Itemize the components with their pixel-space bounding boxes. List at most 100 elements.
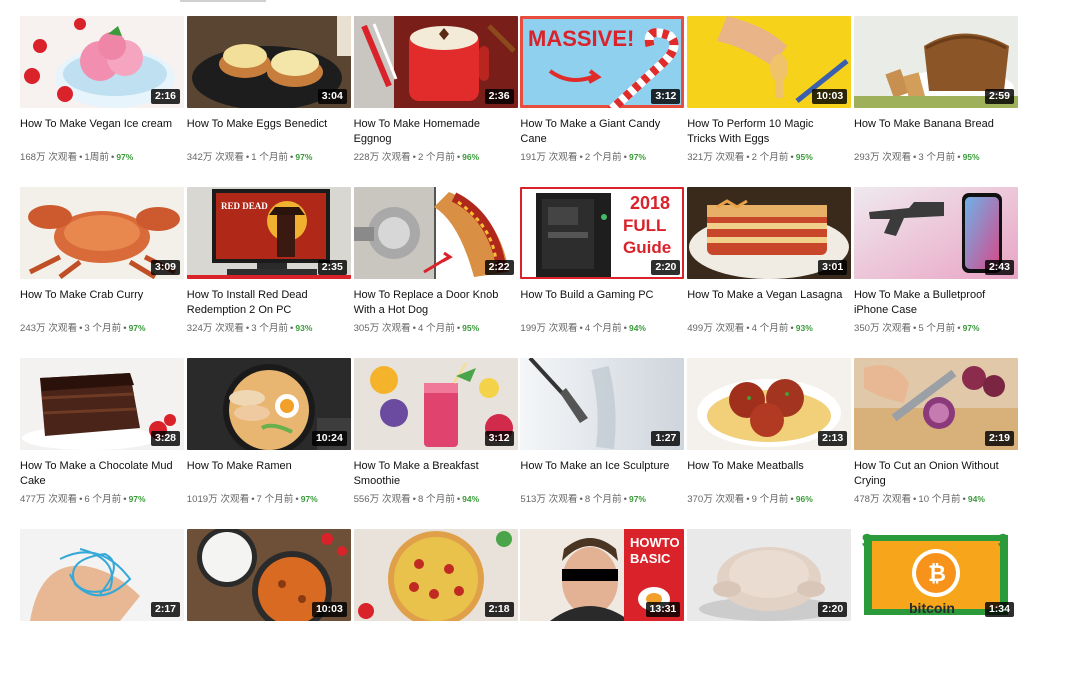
video-thumbnail[interactable]: 2:43 [853,187,1018,279]
like-percentage: 94% [462,494,480,504]
video-card[interactable]: 2:43 How To Make a Bulletproof iPhone Ca… [853,187,1018,358]
video-thumbnail[interactable]: MASSIVE! 3:12 [520,16,685,108]
video-thumbnail[interactable]: 2:59 [853,16,1018,108]
separator-dot: • [110,152,115,163]
video-thumbnail[interactable]: 10:03 [186,529,351,621]
video-title[interactable]: How To Cut an Onion Without Crying [854,459,1012,489]
video-card[interactable]: 2:16 How To Make Vegan Ice cream 168万 次观… [20,16,184,187]
video-card[interactable]: 2:13 How To Make Meatballs 370万 次观看 • 9 个月… [687,358,852,529]
video-card[interactable]: 3:28 How To Make a Chocolate Mud Cake 47… [20,358,184,529]
video-card[interactable]: 10:03 How To Perform 10 Magic Tricks Wit… [687,16,852,187]
video-card[interactable]: 2:59 How To Make Banana Bread 293万 次观看 • 3… [853,16,1018,187]
video-thumbnail[interactable]: ₿ $ $ bitcoin 1:34 [853,529,1018,621]
svg-text:RED DEAD: RED DEAD [221,201,268,211]
video-thumbnail[interactable]: RED DEAD 2:35 [186,187,351,279]
video-meta: 342万 次观看 • 1 个月前 • 97% [187,150,351,165]
video-card[interactable]: 3:12 How To Make a Breakfast Smoothie 55… [353,358,518,529]
view-count: 1019万 次观看 [186,494,250,505]
video-title[interactable]: How To Replace a Door Knob With a Hot Do… [354,288,512,318]
video-thumbnail[interactable]: 10:24 [186,358,351,450]
like-percentage: 96% [462,152,480,162]
video-card[interactable]: 3:09 How To Make Crab Curry 243万 次观看 • 3 个… [20,187,184,358]
upload-age: 7 个月前 [256,494,294,505]
video-thumbnail[interactable]: 3:28 [20,358,184,450]
separator-dot: • [412,152,417,163]
upload-age: 4 个月前 [751,323,789,334]
video-title[interactable]: How To Make a Chocolate Mud Cake [20,459,178,489]
like-percentage: 97% [962,323,980,333]
view-count: 350万 次观看 [853,323,912,334]
video-card[interactable]: RED DEAD 2:35 How To Install Red Dead Re… [186,187,351,358]
video-title[interactable]: How To Install Red Dead Redemption 2 On … [187,288,345,318]
separator-dot: • [746,152,750,163]
video-card[interactable]: 2:19 How To Cut an Onion Without Crying … [853,358,1018,529]
video-title[interactable]: How To Make a Breakfast Smoothie [354,459,512,489]
video-title[interactable]: How To Make Vegan Ice cream [20,117,178,147]
video-title[interactable]: How To Make a Bulletproof iPhone Case [854,288,1012,318]
video-card[interactable]: 2:17 [20,529,184,700]
video-thumbnail[interactable]: 2018 FULL Guide 2:20 [520,187,685,279]
video-card[interactable]: ₿ $ $ bitcoin 1:34 [853,529,1018,700]
video-title[interactable]: How To Make a Giant Candy Cane [520,117,678,147]
like-percentage: 97% [628,494,646,504]
video-title[interactable] [187,630,345,660]
video-title[interactable]: How To Make Meatballs [687,459,845,489]
video-card[interactable]: 2:18 [353,529,518,700]
video-title[interactable] [20,630,178,660]
video-title[interactable] [854,630,1012,660]
view-count: 199万 次观看 [520,323,578,334]
video-title[interactable]: How To Make Crab Curry [20,288,178,318]
thumbnail-text: FULL [623,216,666,235]
like-percentage: 97% [128,323,146,333]
separator-dot: • [456,494,461,505]
video-title[interactable]: How To Make a Vegan Lasagna [687,288,845,318]
video-card[interactable]: 10:24 How To Make Ramen 1019万 次观看 • 7 个月前 •… [186,358,351,529]
thumbnail-text: BASIC [630,551,671,566]
video-title[interactable]: How To Make Homemade Eggnog [354,117,512,147]
video-title[interactable]: How To Make an Ice Sculpture [520,459,678,489]
duration-badge: 3:12 [651,89,681,104]
video-thumbnail[interactable]: 2:18 [353,529,518,621]
video-card[interactable]: 2:22 How To Replace a Door Knob With a H… [353,187,518,358]
video-card[interactable]: 10:03 [186,529,351,700]
video-title[interactable]: How To Build a Gaming PC [520,288,678,318]
video-thumbnail[interactable]: 2:19 [853,358,1018,450]
upload-age: 4 个月前 [418,323,455,334]
video-meta: 324万 次观看 • 3 个月前 • 93% [187,321,351,336]
separator-dot: • [957,152,961,163]
video-thumbnail[interactable]: 2:20 [687,529,852,621]
video-title[interactable]: How To Make Banana Bread [854,117,1012,147]
video-card[interactable]: HOWTO BASIC 13:31 [520,529,685,700]
video-card[interactable]: 2:36 How To Make Homemade Eggnog 228万 次观… [353,16,518,187]
video-thumbnail[interactable]: 2:16 [20,16,184,108]
video-card[interactable]: 2018 FULL Guide 2:20 How To Build a Gaming… [520,187,685,358]
video-card[interactable]: MASSIVE! 3:12 How To Make a Giant Candy … [520,16,685,187]
video-thumbnail[interactable]: 2:22 [353,187,518,279]
video-title[interactable] [354,630,512,660]
duration-badge: 10:03 [311,602,347,617]
like-percentage: 95% [462,323,480,333]
video-title[interactable]: How To Make Eggs Benedict [187,117,345,147]
video-thumbnail[interactable]: 2:13 [687,358,852,450]
video-thumbnail[interactable]: 3:04 [186,16,351,108]
video-thumbnail[interactable]: 2:17 [20,529,184,621]
like-percentage: 97% [116,152,134,162]
video-title[interactable] [687,630,845,660]
video-thumbnail[interactable]: 2:36 [353,16,518,108]
view-count: 321万 次观看 [687,152,745,163]
video-title[interactable] [520,630,678,660]
video-thumbnail[interactable]: 3:09 [20,187,184,279]
video-thumbnail[interactable]: 10:03 [687,16,852,108]
video-thumbnail[interactable]: 3:01 [687,187,852,279]
video-card[interactable]: 2:20 [687,529,852,700]
video-card[interactable]: 3:01 How To Make a Vegan Lasagna 499万 次观… [687,187,852,358]
view-count: 305万 次观看 [353,323,411,334]
video-title[interactable]: How To Make Ramen [187,459,345,489]
video-title[interactable]: How To Perform 10 Magic Tricks With Eggs [687,117,845,147]
video-thumbnail[interactable]: 1:27 [520,358,685,450]
svg-text:$: $ [862,531,872,551]
video-thumbnail[interactable]: HOWTO BASIC 13:31 [520,529,685,621]
video-card[interactable]: 3:04 How To Make Eggs Benedict 342万 次观看 •… [186,16,351,187]
video-card[interactable]: 1:27 How To Make an Ice Sculpture 513万 次… [520,358,685,529]
video-thumbnail[interactable]: 3:12 [353,358,518,450]
